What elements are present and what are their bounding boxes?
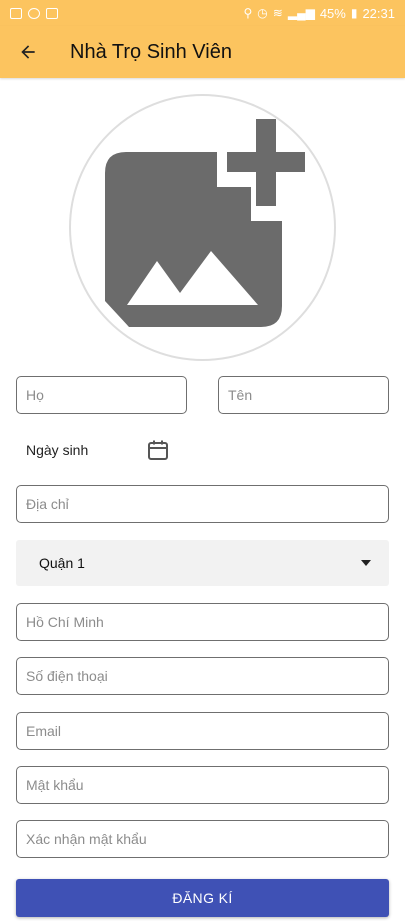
notification-icons bbox=[10, 7, 58, 19]
phone-field[interactable] bbox=[16, 657, 389, 695]
password-input[interactable] bbox=[17, 767, 388, 803]
status-bar: ⚲ ◷ ≋ ▂▄▆ 45% ▮ 22:31 bbox=[0, 0, 405, 26]
back-button[interactable] bbox=[0, 26, 56, 78]
signal-icon: ▂▄▆ bbox=[287, 6, 315, 20]
city-input[interactable] bbox=[17, 604, 388, 640]
city-field[interactable] bbox=[16, 603, 389, 641]
last-name-input[interactable] bbox=[17, 377, 186, 413]
confirm-password-field[interactable] bbox=[16, 820, 389, 858]
system-icons: ⚲ ◷ ≋ ▂▄▆ 45% ▮ 22:31 bbox=[244, 6, 396, 21]
calendar-icon[interactable] bbox=[146, 438, 170, 462]
email-field[interactable] bbox=[16, 712, 389, 750]
alarm-icon: ◷ bbox=[257, 6, 268, 20]
register-button[interactable]: ĐĂNG KÍ bbox=[16, 879, 389, 917]
gallery-notification-icon bbox=[10, 7, 22, 19]
mail-notification-icon bbox=[46, 7, 58, 19]
address-input[interactable] bbox=[17, 486, 388, 522]
district-value: Quận 1 bbox=[39, 555, 85, 571]
phone-input[interactable] bbox=[17, 658, 388, 694]
last-name-field[interactable] bbox=[16, 376, 187, 414]
page-title: Nhà Trọ Sinh Viên bbox=[70, 40, 232, 63]
clock: 22:31 bbox=[362, 5, 395, 21]
address-field[interactable] bbox=[16, 485, 389, 523]
password-field[interactable] bbox=[16, 766, 389, 804]
wifi-icon: ≋ bbox=[272, 6, 283, 20]
arrow-back-icon bbox=[21, 45, 35, 59]
add-photo-icon bbox=[105, 119, 305, 327]
add-photo-button[interactable] bbox=[69, 94, 336, 361]
first-name-field[interactable] bbox=[218, 376, 389, 414]
messenger-notification-icon bbox=[28, 7, 40, 19]
app-bar: Nhà Trọ Sinh Viên bbox=[0, 26, 405, 78]
battery-percent: 45% bbox=[319, 5, 346, 21]
first-name-input[interactable] bbox=[219, 377, 388, 413]
district-dropdown[interactable]: Quận 1 bbox=[16, 540, 389, 586]
battery-icon: ▮ bbox=[350, 6, 358, 20]
email-input[interactable] bbox=[17, 713, 388, 749]
dropdown-caret-icon bbox=[361, 560, 371, 566]
dob-label: Ngày sinh bbox=[26, 442, 89, 458]
confirm-password-input[interactable] bbox=[17, 821, 388, 857]
location-icon: ⚲ bbox=[243, 6, 253, 20]
